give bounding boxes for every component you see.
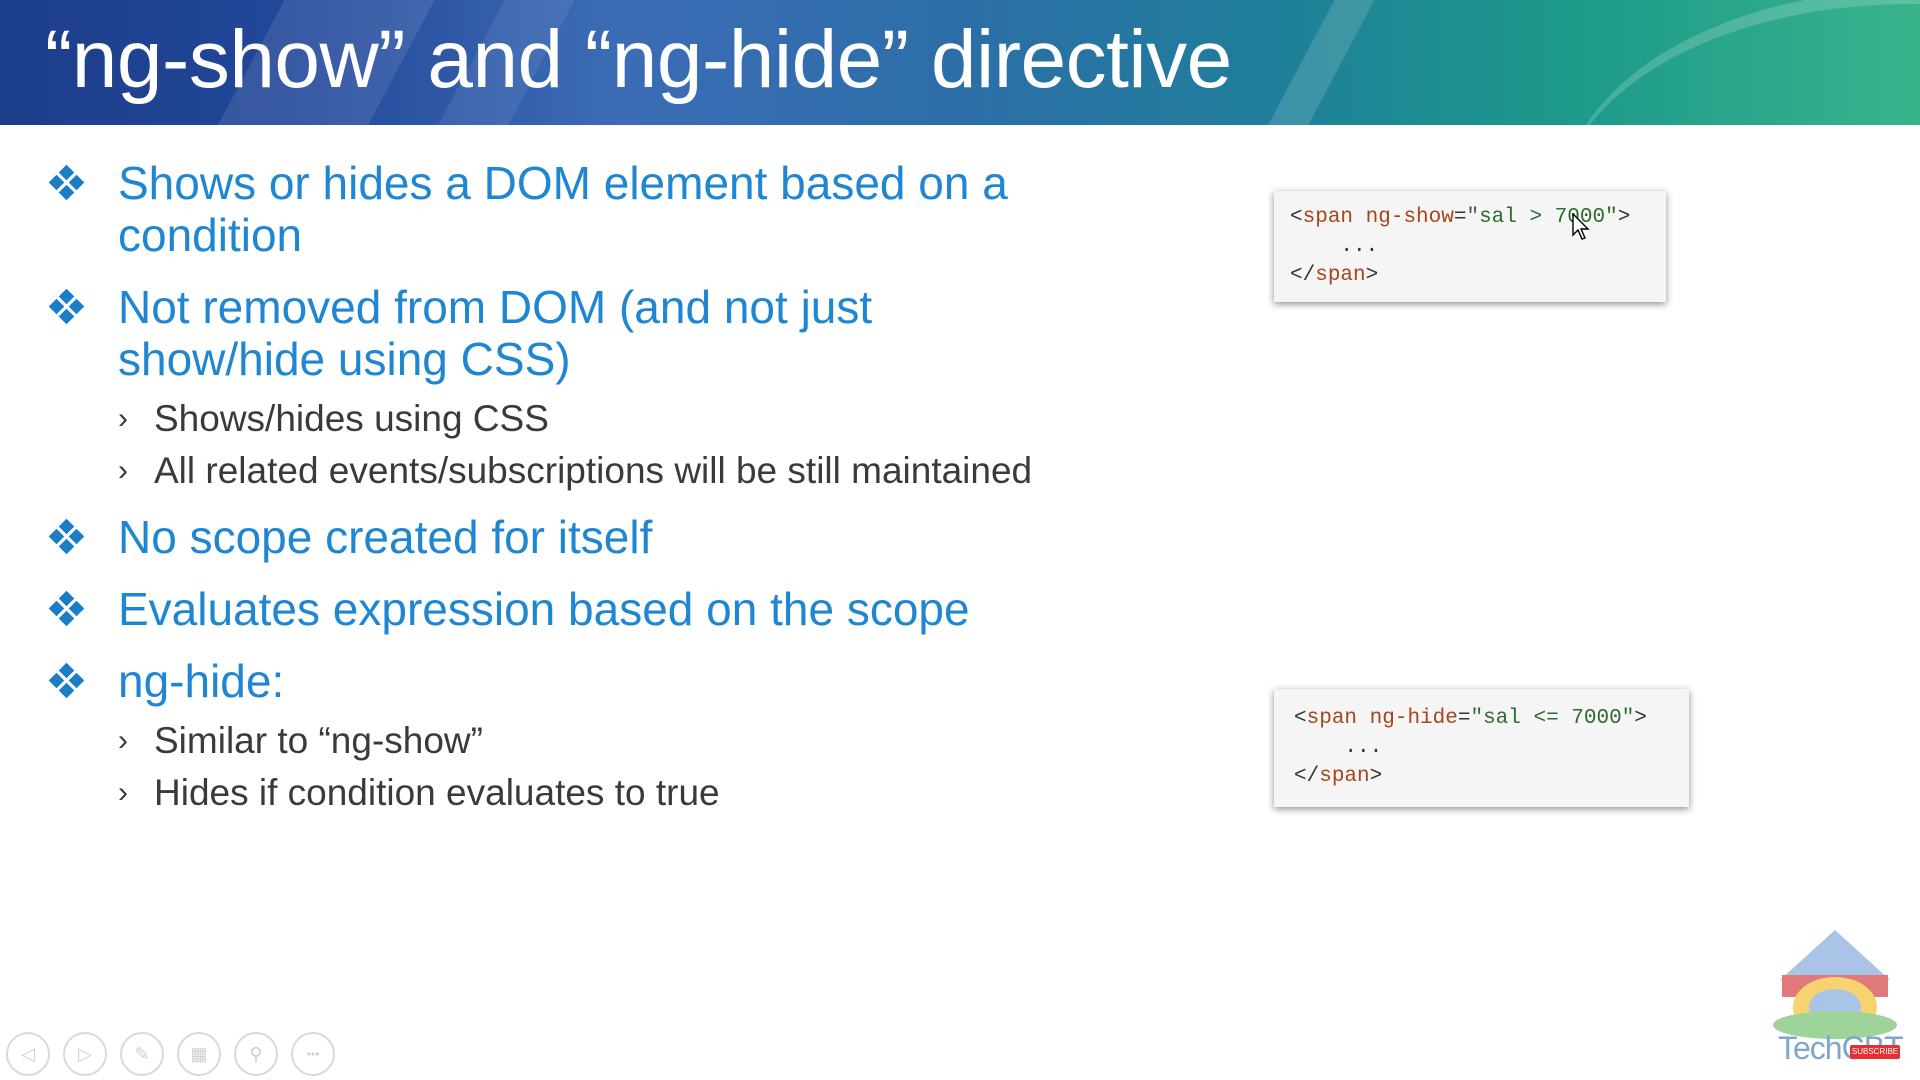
title-decoration-arc [1560, 0, 1920, 125]
diamond-bullet-icon [48, 590, 85, 627]
bullet-2-sub-2: All related events/subscriptions will be… [154, 450, 1033, 491]
chevron-right-icon: › [118, 724, 128, 757]
zoom-button[interactable]: ⚲ [234, 1032, 278, 1076]
bullet-2-line-1: Not removed from DOM (and not just [118, 281, 873, 333]
diamond-bullet-icon [48, 518, 85, 555]
subscribe-badge[interactable]: SUBSCRIBE [1850, 1045, 1900, 1059]
bullet-1-line-1: Shows or hides a DOM element based on a [118, 157, 1008, 209]
previous-slide-button[interactable]: ◁ [6, 1032, 50, 1076]
diamond-bullet-icon [48, 164, 85, 201]
bullet-2-line-2: show/hide using CSS) [118, 333, 571, 385]
title-bar: “ng-show” and “ng-hide” directive [0, 0, 1920, 125]
bullet-5-sub-2: Hides if condition evaluates to true [154, 772, 720, 813]
code-line-close-tag: </span> [1290, 264, 1379, 287]
code-snippet-ng-show: <span ng-show="sal > 7000"> ... </span> [1274, 191, 1666, 302]
code-line-open-tag: <span ng-hide="sal <= 7000"> [1294, 707, 1647, 730]
chevron-right-icon: › [118, 402, 128, 435]
mouse-pointer-icon [1572, 213, 1590, 240]
code-line-body: ... [1290, 235, 1379, 258]
code-line-body: ... [1294, 736, 1383, 759]
more-options-button[interactable]: ••• [291, 1032, 335, 1076]
see-all-slides-button[interactable]: ▦ [177, 1032, 221, 1076]
bullet-4: Evaluates expression based on the scope [118, 583, 970, 635]
code-snippet-ng-hide: <span ng-hide="sal <= 7000"> ... </span> [1274, 689, 1689, 807]
title-decoration [1254, 0, 1386, 125]
diamond-bullet-icon [48, 288, 85, 325]
slide-title: “ng-show” and “ng-hide” directive [45, 14, 1232, 105]
next-slide-button[interactable]: ▷ [63, 1032, 107, 1076]
bullet-5: ng-hide: [118, 655, 285, 707]
bullet-3: No scope created for itself [118, 511, 653, 563]
bullet-1-line-2: condition [118, 209, 303, 261]
chevron-right-icon: › [118, 454, 128, 487]
chevron-right-icon: › [118, 776, 128, 809]
pen-tool-button[interactable]: ✎ [120, 1032, 164, 1076]
bullet-5-sub-1: Similar to “ng-show” [154, 720, 483, 761]
code-line-open-tag: <span ng-show="sal > 7000"> [1290, 206, 1631, 229]
diamond-bullet-icon [48, 662, 85, 699]
bullet-2-sub-1: Shows/hides using CSS [154, 398, 549, 439]
code-line-close-tag: </span> [1294, 765, 1383, 788]
